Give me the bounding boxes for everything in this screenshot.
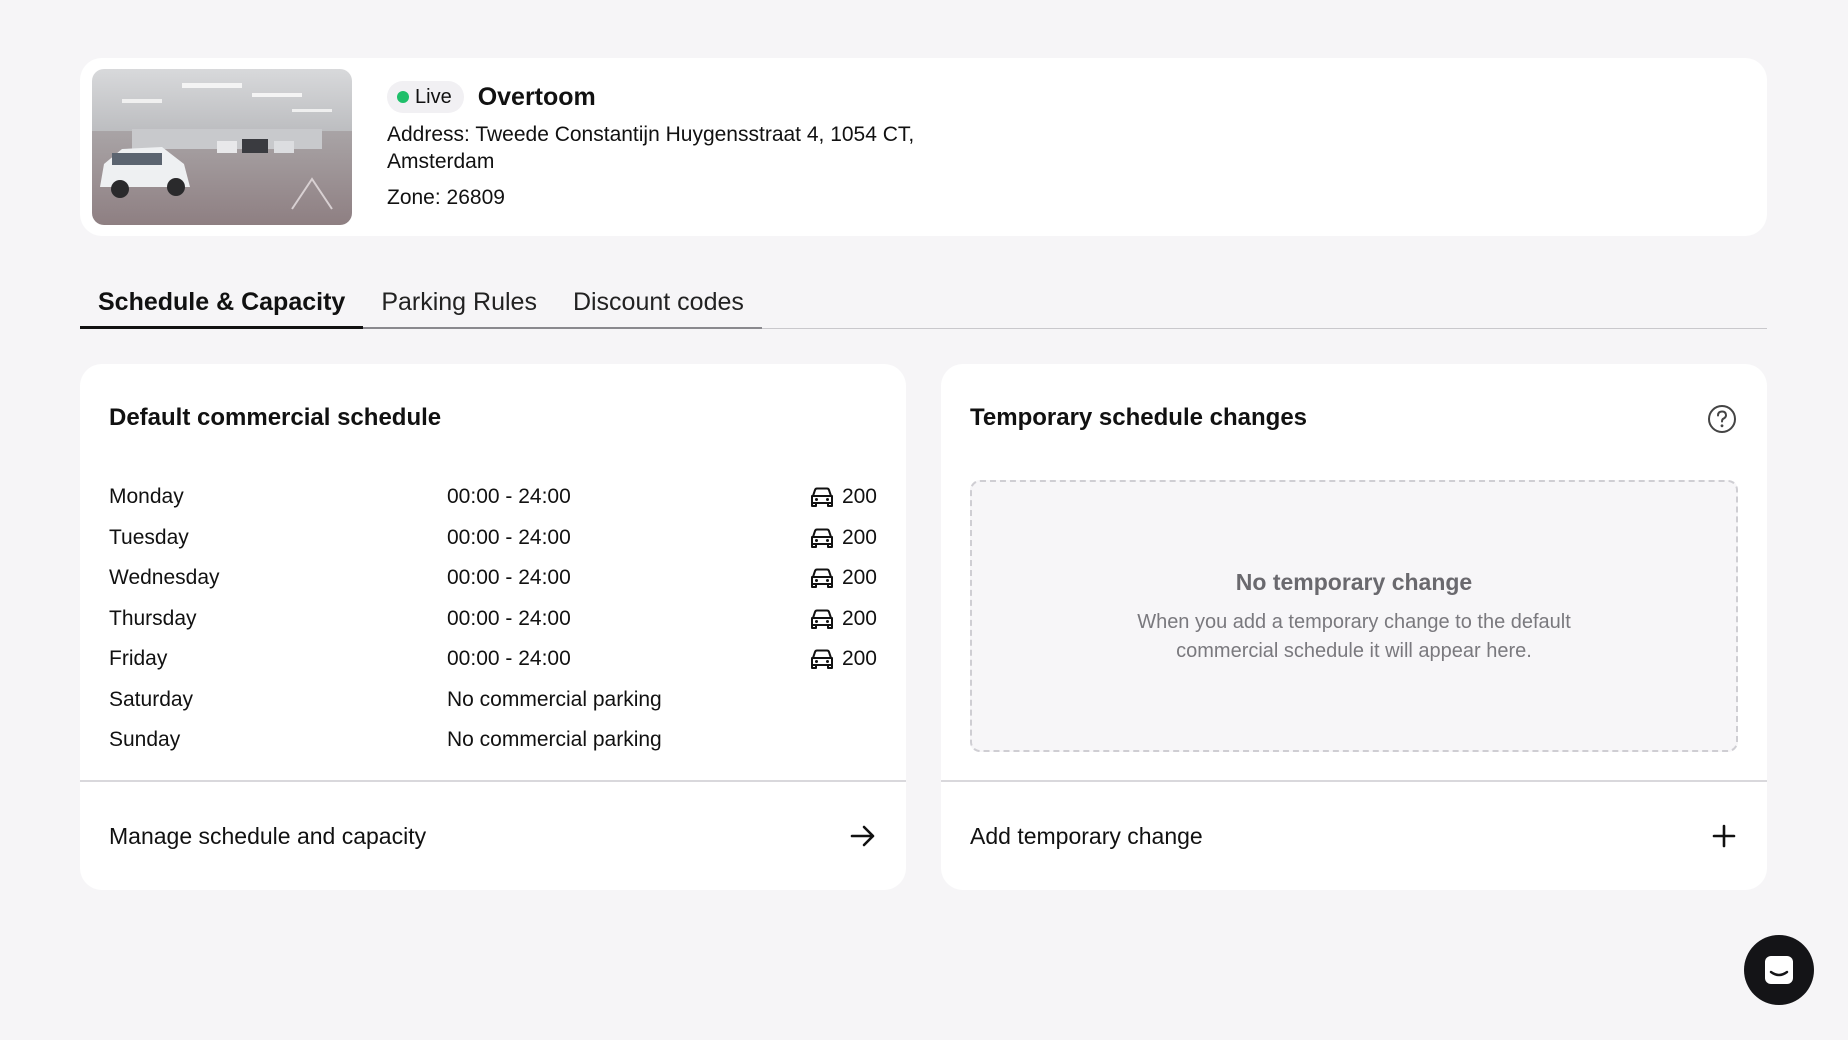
schedule-row: Friday 00:00 - 24:00 200 bbox=[109, 639, 877, 680]
schedule-day: Tuesday bbox=[109, 525, 189, 549]
car-icon bbox=[810, 609, 833, 629]
capacity-value: 200 bbox=[841, 647, 877, 671]
schedule-row: Saturday No commercial parking bbox=[109, 680, 877, 721]
schedule-hours: No commercial parking bbox=[447, 687, 662, 711]
add-temporary-change-button[interactable]: Add temporary change bbox=[941, 780, 1767, 890]
location-name: Overtoom bbox=[477, 82, 596, 111]
car-icon bbox=[810, 528, 833, 548]
schedule-row: Wednesday 00:00 - 24:00 200 bbox=[109, 558, 877, 599]
location-photo bbox=[92, 69, 352, 225]
capacity-value: 200 bbox=[841, 606, 877, 630]
capacity-value: 200 bbox=[841, 525, 877, 549]
status-badge: Live bbox=[387, 81, 464, 113]
manage-schedule-button[interactable]: Manage schedule and capacity bbox=[80, 780, 906, 890]
arrow-right-icon bbox=[850, 825, 875, 847]
status-label: Live bbox=[415, 85, 452, 108]
schedule-row: Tuesday 00:00 - 24:00 200 bbox=[109, 518, 877, 559]
default-schedule-card: Default commercial schedule Monday 00:00… bbox=[80, 364, 906, 890]
chat-launcher-button[interactable] bbox=[1744, 935, 1814, 1005]
schedule-capacity: 200 bbox=[810, 639, 877, 680]
plus-icon bbox=[1712, 824, 1736, 848]
location-zone: Zone: 26809 bbox=[387, 186, 505, 209]
schedule-row: Monday 00:00 - 24:00 200 bbox=[109, 477, 877, 518]
empty-state-text: When you add a temporary change to the d… bbox=[1137, 611, 1571, 662]
schedule-day: Wednesday bbox=[109, 566, 220, 590]
schedule-row: Thursday 00:00 - 24:00 200 bbox=[109, 599, 877, 640]
schedule-day: Saturday bbox=[109, 687, 194, 711]
schedule-hours: No commercial parking bbox=[447, 728, 662, 752]
chat-icon bbox=[1765, 956, 1793, 984]
car-icon bbox=[810, 649, 833, 670]
schedule-day: Friday bbox=[109, 647, 168, 671]
empty-state-title: No temporary change bbox=[1235, 569, 1473, 595]
live-status-dot bbox=[397, 91, 409, 103]
location-header-card: Live Overtoom Address: Tweede Constantij… bbox=[80, 58, 1767, 236]
car-icon bbox=[810, 487, 833, 508]
schedule-table: Monday 00:00 - 24:00 200 Tuesday 00:00 -… bbox=[109, 477, 877, 761]
schedule-capacity: 200 bbox=[810, 558, 877, 599]
location-address: Address: Tweede Constantijn Huygensstraa… bbox=[387, 123, 915, 173]
help-circle-icon[interactable] bbox=[1707, 404, 1737, 434]
tab-bar: Schedule & Capacity Parking Rules Discou… bbox=[80, 278, 1767, 329]
schedule-row: Sunday No commercial parking bbox=[109, 720, 877, 761]
car-icon bbox=[810, 568, 833, 589]
temporary-changes-title: Temporary schedule changes bbox=[970, 404, 1308, 431]
tab-schedule-capacity[interactable]: Schedule & Capacity bbox=[80, 278, 364, 329]
schedule-capacity: 200 bbox=[810, 477, 877, 518]
capacity-value: 200 bbox=[841, 485, 877, 509]
schedule-day: Monday bbox=[109, 485, 184, 509]
empty-state: No temporary change When you add a tempo… bbox=[970, 480, 1738, 752]
tab-discount-codes[interactable]: Discount codes bbox=[554, 278, 762, 329]
schedule-day: Sunday bbox=[109, 728, 181, 752]
default-schedule-title: Default commercial schedule bbox=[109, 404, 442, 431]
add-temporary-change-label: Add temporary change bbox=[970, 822, 1203, 849]
capacity-value: 200 bbox=[841, 566, 877, 590]
schedule-capacity: 200 bbox=[810, 599, 877, 640]
temporary-changes-card: Temporary schedule changes No temporary … bbox=[941, 364, 1767, 890]
tab-parking-rules[interactable]: Parking Rules bbox=[363, 278, 555, 329]
schedule-day: Thursday bbox=[109, 606, 197, 630]
manage-schedule-label: Manage schedule and capacity bbox=[109, 822, 427, 849]
schedule-capacity: 200 bbox=[810, 518, 877, 559]
